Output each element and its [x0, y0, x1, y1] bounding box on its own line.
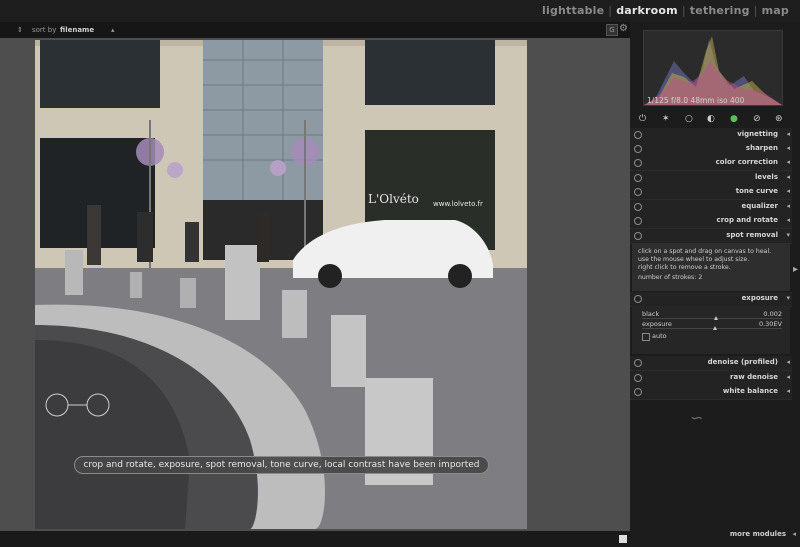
expand-icon[interactable]: ◂: [786, 173, 790, 181]
collapse-icon[interactable]: ⇕: [17, 26, 23, 34]
exif-info: 1/125 f/8.0 48mm iso 400: [647, 96, 745, 105]
spot-removal-panel: click on a spot and drag on canvas to he…: [632, 243, 790, 291]
module-groups: ⏻ ✶ ○ ◐ ● ⊘ ⊛: [630, 112, 800, 126]
exposure-panel: black 0.002 exposure 0.30EV auto: [632, 306, 790, 354]
module-exposure[interactable]: exposure ▾: [630, 292, 792, 307]
tone-group-icon[interactable]: ◐: [707, 114, 715, 124]
view-map[interactable]: map: [762, 4, 789, 17]
sort-label: sort by: [32, 26, 57, 34]
expand-icon[interactable]: ◂: [786, 144, 790, 152]
module-crop-and-rotate[interactable]: crop and rotate ◂: [630, 214, 792, 229]
module-denoise-profiled[interactable]: denoise (profiled) ◂: [630, 356, 792, 371]
histogram[interactable]: [643, 30, 783, 106]
module-sharpen[interactable]: sharpen ◂: [630, 142, 792, 157]
module-power-icon[interactable]: [634, 217, 642, 225]
separator: |: [681, 4, 686, 17]
module-power-icon[interactable]: [634, 131, 642, 139]
sort-order-icon[interactable]: ▴: [111, 26, 115, 34]
right-panel-toggle-icon[interactable]: ▸: [793, 264, 798, 275]
expand-icon[interactable]: ◂: [786, 187, 790, 195]
module-label: color correction: [715, 158, 778, 166]
favorites-icon[interactable]: ✶: [662, 114, 670, 124]
correct-group-icon[interactable]: ⊘: [753, 114, 761, 124]
separator: |: [608, 4, 613, 17]
auto-label: auto: [652, 332, 667, 340]
collapse-icon[interactable]: ▾: [786, 231, 790, 239]
color-group-icon[interactable]: ●: [730, 114, 738, 124]
module-equalizer[interactable]: equalizer ◂: [630, 200, 792, 215]
slider-track[interactable]: [642, 328, 782, 329]
import-toast: crop and rotate, exposure, spot removal,…: [74, 456, 489, 474]
module-power-icon[interactable]: [634, 388, 642, 396]
module-power-icon[interactable]: [634, 174, 642, 182]
help-text: click on a spot and drag on canvas to he…: [638, 248, 772, 255]
module-power-icon[interactable]: [634, 159, 642, 167]
expand-icon[interactable]: ◂: [786, 216, 790, 224]
slider-value: 0.30EV: [758, 320, 782, 328]
collapse-icon[interactable]: ▾: [786, 294, 790, 302]
module-color-correction[interactable]: color correction ◂: [630, 156, 792, 171]
slider-knob[interactable]: [713, 326, 717, 330]
module-tone-curve[interactable]: tone curve ◂: [630, 185, 792, 200]
display-toggle-icon[interactable]: [619, 535, 627, 543]
module-label: white balance: [722, 387, 778, 395]
gear-icon[interactable]: ⚙: [619, 23, 628, 34]
more-modules-button[interactable]: more modules: [730, 530, 786, 538]
module-power-icon[interactable]: [634, 203, 642, 211]
module-power-icon[interactable]: [634, 295, 642, 303]
expand-icon[interactable]: ◂: [786, 387, 790, 395]
separator: |: [753, 4, 758, 17]
auto-checkbox[interactable]: [642, 333, 650, 341]
module-power-icon[interactable]: [634, 188, 642, 196]
module-label: crop and rotate: [716, 216, 778, 224]
module-spot-removal[interactable]: spot removal ▾: [630, 229, 792, 244]
stroke-count: number of strokes: 2: [638, 274, 703, 281]
view-lighttable[interactable]: lighttable: [542, 4, 604, 17]
sort-select[interactable]: filename: [60, 26, 94, 34]
module-power-icon[interactable]: [634, 374, 642, 382]
module-power-icon[interactable]: [634, 359, 642, 367]
grouping-button[interactable]: G: [606, 24, 618, 36]
module-power-icon[interactable]: [634, 232, 642, 240]
exposure-slider[interactable]: exposure 0.30EV: [640, 320, 784, 330]
expand-icon[interactable]: ◂: [786, 373, 790, 381]
help-text: right click to remove a stroke.: [638, 264, 731, 271]
filmstrip-bar: ⇕ sort by filename ▴ G ⚙: [0, 22, 630, 38]
power-icon[interactable]: ⏻: [639, 114, 646, 124]
slider-value: 0.002: [763, 310, 782, 318]
view-tethering[interactable]: tethering: [690, 4, 750, 17]
bottom-bar: [0, 531, 630, 547]
slider-label: exposure: [642, 320, 672, 328]
module-label: sharpen: [745, 144, 778, 152]
module-label: tone curve: [735, 187, 778, 195]
module-label: equalizer: [741, 202, 778, 210]
module-label: levels: [754, 173, 778, 181]
module-levels[interactable]: levels ◂: [630, 171, 792, 186]
module-label: vignetting: [737, 130, 778, 138]
expand-icon[interactable]: ◂: [786, 358, 790, 366]
view-darkroom[interactable]: darkroom: [616, 4, 678, 17]
expand-icon[interactable]: ◂: [792, 530, 796, 538]
module-label: denoise (profiled): [707, 358, 778, 366]
module-power-icon[interactable]: [634, 145, 642, 153]
shop-sign: L'Olvéto: [368, 192, 419, 206]
help-text: use the mouse wheel to adjust size.: [638, 256, 750, 263]
module-raw-denoise[interactable]: raw denoise ◂: [630, 371, 792, 386]
module-white-balance[interactable]: white balance ◂: [630, 385, 792, 400]
slider-track[interactable]: [642, 318, 782, 319]
view-switcher: lighttable | darkroom | tethering | map: [539, 4, 792, 17]
module-vignetting[interactable]: vignetting ◂: [630, 128, 792, 143]
module-label: exposure: [741, 294, 778, 302]
shop-url: www.lolveto.fr: [433, 200, 483, 208]
expand-icon[interactable]: ◂: [786, 202, 790, 210]
expand-icon[interactable]: ◂: [786, 158, 790, 166]
module-label: raw denoise: [730, 373, 778, 381]
effect-group-icon[interactable]: ⊛: [775, 114, 783, 124]
slider-label: black: [642, 310, 660, 318]
expand-icon[interactable]: ◂: [786, 130, 790, 138]
basic-group-icon[interactable]: ○: [685, 114, 693, 124]
end-flourish-icon: ∽: [690, 408, 704, 427]
module-label: spot removal: [726, 231, 778, 239]
black-slider[interactable]: black 0.002: [640, 310, 784, 320]
